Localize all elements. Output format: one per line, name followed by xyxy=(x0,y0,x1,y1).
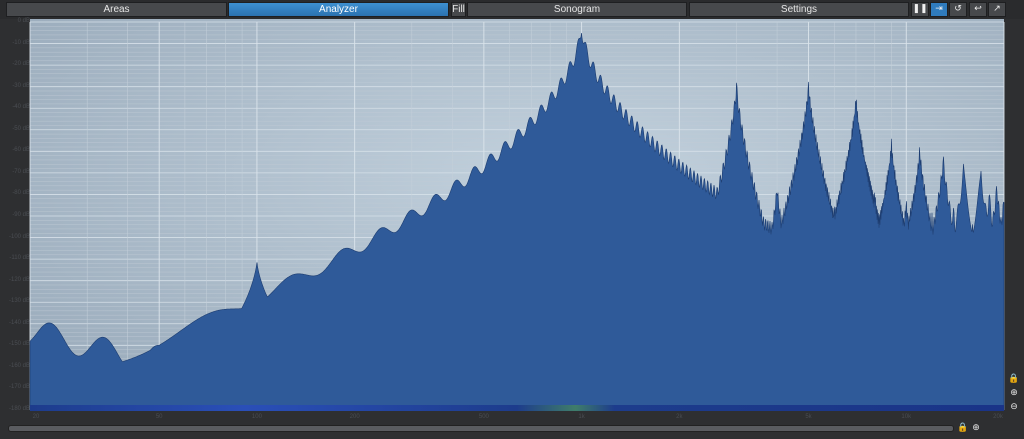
y-tick-label: -100 dB xyxy=(8,233,30,240)
x-tick-label: 2k xyxy=(676,414,683,420)
tab-settings[interactable]: Settings xyxy=(689,2,909,17)
x-tick-label: 5k xyxy=(805,414,812,420)
y-tick-label: -80 dB xyxy=(12,190,30,197)
y-tick-label: -110 dB xyxy=(9,255,30,262)
y-tick-label: -170 dB xyxy=(8,384,30,391)
y-tick-label: -140 dB xyxy=(8,319,30,326)
y-tick-label: -120 dB xyxy=(8,276,30,283)
spectrum-heat-bar xyxy=(30,405,1004,411)
x-tick-label: 20 xyxy=(32,414,40,420)
fill-toggle-button[interactable]: Fill xyxy=(451,2,466,17)
spectrum-plot[interactable] xyxy=(0,19,1024,415)
horizontal-scrollbar[interactable] xyxy=(8,425,954,432)
y-tick-label: -130 dB xyxy=(8,298,30,305)
y-tick-label: -150 dB xyxy=(8,341,30,348)
x-tick-label: 1k xyxy=(578,414,585,420)
y-tick-label: -90 dB xyxy=(12,212,30,218)
x-tick-label: 20k xyxy=(993,414,1003,420)
lock-icon[interactable]: 🔒 xyxy=(1008,373,1020,385)
zoom-icon[interactable]: ⊕ xyxy=(1008,387,1020,399)
x-tick-label: 100 xyxy=(251,414,262,420)
hold-icon[interactable]: ⇥ xyxy=(930,2,948,17)
top-toolbar: Areas Analyzer Fill Sonogram Settings ❚❚… xyxy=(0,0,1024,19)
x-tick-label: 10k xyxy=(901,414,912,420)
reset-icon[interactable]: ↺ xyxy=(949,2,967,17)
y-tick-label: 0 dB xyxy=(17,18,30,24)
x-tick-label: 50 xyxy=(155,414,163,420)
y-tick-label: -180 dB xyxy=(8,406,30,412)
y-tick-label: -70 dB xyxy=(12,168,30,175)
y-tick-label: -160 dB xyxy=(8,362,30,369)
x-tick-label: 200 xyxy=(349,414,360,420)
pause-icon[interactable]: ❚❚ xyxy=(911,2,929,17)
y-tick-label: -40 dB xyxy=(12,104,30,111)
tab-analyzer[interactable]: Analyzer xyxy=(228,2,449,17)
x-tick-label: 500 xyxy=(478,414,489,420)
zoom-out-icon[interactable]: ⊖ xyxy=(1008,401,1020,413)
y-tick-label: -10 dB xyxy=(12,39,30,46)
export-icon[interactable]: ↗ xyxy=(988,2,1006,17)
y-tick-label: -20 dB xyxy=(12,61,30,68)
y-tick-label: -60 dB xyxy=(12,147,30,154)
tab-sonogram[interactable]: Sonogram xyxy=(467,2,687,17)
tab-areas[interactable]: Areas xyxy=(6,2,227,17)
undo-icon[interactable]: ↩ xyxy=(969,2,987,17)
y-tick-label: -50 dB xyxy=(12,125,30,132)
zoom-horizontal-icon[interactable]: ⊕ xyxy=(970,422,982,434)
lock-horizontal-icon[interactable]: 🔒 xyxy=(957,422,969,434)
y-tick-label: -30 dB xyxy=(12,82,30,89)
